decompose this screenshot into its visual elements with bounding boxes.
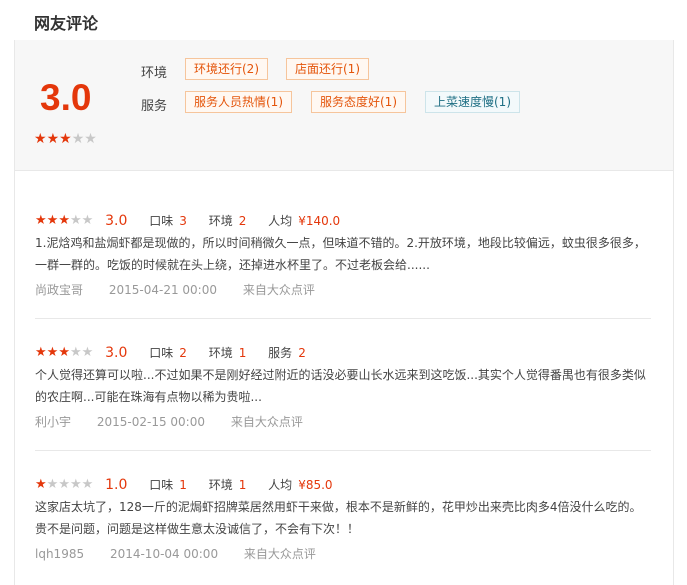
reviews-panel: 3.0 ★★★★★ 环境 环境还行(2) 店面还行(1) 服务 服务人员热情(1… bbox=[14, 40, 674, 585]
star-filled-icon: ★ bbox=[46, 345, 59, 360]
star-filled-icon: ★ bbox=[58, 345, 70, 360]
review-metric-taste: 口味 2 bbox=[149, 346, 187, 360]
star-filled-icon: ★ bbox=[58, 213, 70, 228]
star-empty-icon: ★ bbox=[81, 213, 94, 228]
star-empty-icon: ★ bbox=[58, 477, 70, 492]
tag-group-label-environment: 环境 bbox=[141, 66, 168, 81]
review-score: 3.0 bbox=[105, 344, 128, 361]
review-source: 来自大众点评 bbox=[243, 547, 316, 561]
section-title: 网友评论 bbox=[34, 14, 99, 33]
review-author[interactable]: 利小宇 bbox=[35, 415, 71, 429]
review-rating-line: ★★★★★ 3.0 口味 2 环境 1 服务 2 bbox=[35, 344, 306, 361]
star-empty-icon: ★ bbox=[84, 131, 97, 147]
star-empty-icon: ★ bbox=[69, 213, 82, 228]
review-author[interactable]: 尚政宝哥 bbox=[35, 283, 83, 297]
review-rating-line: ★★★★★ 1.0 口味 1 环境 1 人均 ¥85.0 bbox=[35, 476, 333, 493]
review-meta: lqh1985 2014-10-04 00:00 来自大众点评 bbox=[35, 545, 338, 562]
review-score: 3.0 bbox=[105, 212, 128, 229]
review-source: 来自大众点评 bbox=[230, 415, 303, 429]
review-text: 1.泥焓鸡和盐焗虾都是现做的，所以时间稍微久一点，但味道不错的。2.开放环境，地… bbox=[35, 236, 646, 272]
star-empty-icon: ★ bbox=[69, 345, 82, 360]
tag-slow-serving[interactable]: 上菜速度慢(1) bbox=[425, 91, 520, 113]
rating-summary: 3.0 ★★★★★ 环境 环境还行(2) 店面还行(1) 服务 服务人员热情(1… bbox=[15, 40, 673, 171]
review-divider bbox=[35, 318, 651, 319]
star-filled-icon: ★ bbox=[35, 477, 47, 492]
star-filled-icon: ★ bbox=[46, 213, 59, 228]
review-metric-environment: 环境 2 bbox=[208, 214, 247, 228]
tag-staff-friendly[interactable]: 服务人员热情(1) bbox=[185, 91, 292, 113]
review-text: 个人觉得还算可以啦...不过如果不是刚好经过附近的话没必要山长水远来到这吃饭..… bbox=[35, 368, 646, 404]
tag-environment-ok[interactable]: 环境还行(2) bbox=[185, 58, 268, 80]
review-date: 2015-04-21 00:00 bbox=[108, 283, 217, 297]
review-source: 来自大众点评 bbox=[242, 283, 315, 297]
review-stars: ★★★★★ bbox=[35, 214, 93, 227]
star-empty-icon: ★ bbox=[46, 477, 59, 492]
review-date: 2014-10-04 00:00 bbox=[109, 547, 219, 561]
review-stars: ★★★★★ bbox=[35, 478, 93, 491]
star-empty-icon: ★ bbox=[81, 345, 94, 360]
review-metric-avg-price: 人均 ¥85.0 bbox=[268, 478, 333, 492]
review-stars: ★★★★★ bbox=[35, 346, 93, 359]
review-author[interactable]: lqh1985 bbox=[35, 547, 84, 561]
review-meta: 尚政宝哥 2015-04-21 00:00 来自大众点评 bbox=[35, 281, 337, 298]
star-filled-icon: ★ bbox=[46, 131, 60, 147]
review-divider bbox=[35, 450, 651, 451]
star-empty-icon: ★ bbox=[69, 477, 82, 492]
review-metric-service: 服务 2 bbox=[268, 346, 306, 360]
star-filled-icon: ★ bbox=[59, 131, 72, 147]
review-rating-line: ★★★★★ 3.0 口味 3 环境 2 人均 ¥140.0 bbox=[35, 212, 341, 229]
review-metric-environment: 环境 1 bbox=[208, 346, 247, 360]
review-metric-taste: 口味 1 bbox=[149, 478, 187, 492]
star-empty-icon: ★ bbox=[71, 131, 85, 147]
review-metric-environment: 环境 1 bbox=[208, 478, 247, 492]
star-filled-icon: ★ bbox=[35, 213, 47, 228]
tag-good-attitude[interactable]: 服务态度好(1) bbox=[311, 91, 406, 113]
review-metric-avg-price: 人均 ¥140.0 bbox=[268, 214, 341, 228]
section-header: 网友评论 bbox=[14, 0, 673, 41]
review-text: 这家店太坑了，128一斤的泥焗虾招牌菜居然用虾干来做，根本不是新鲜的，花甲炒出来… bbox=[35, 500, 642, 536]
tag-store-ok[interactable]: 店面还行(1) bbox=[286, 58, 369, 80]
review-meta: 利小宇 2015-02-15 00:00 来自大众点评 bbox=[35, 413, 325, 430]
star-filled-icon: ★ bbox=[35, 345, 47, 360]
tag-group-label-service: 服务 bbox=[141, 99, 168, 114]
review-date: 2015-02-15 00:00 bbox=[96, 415, 205, 429]
overall-stars: ★★★★★ bbox=[34, 132, 97, 146]
review-score: 1.0 bbox=[105, 476, 128, 493]
review-metric-taste: 口味 3 bbox=[149, 214, 187, 228]
star-filled-icon: ★ bbox=[34, 131, 47, 147]
overall-score: 3.0 bbox=[40, 77, 92, 118]
star-empty-icon: ★ bbox=[81, 477, 94, 492]
